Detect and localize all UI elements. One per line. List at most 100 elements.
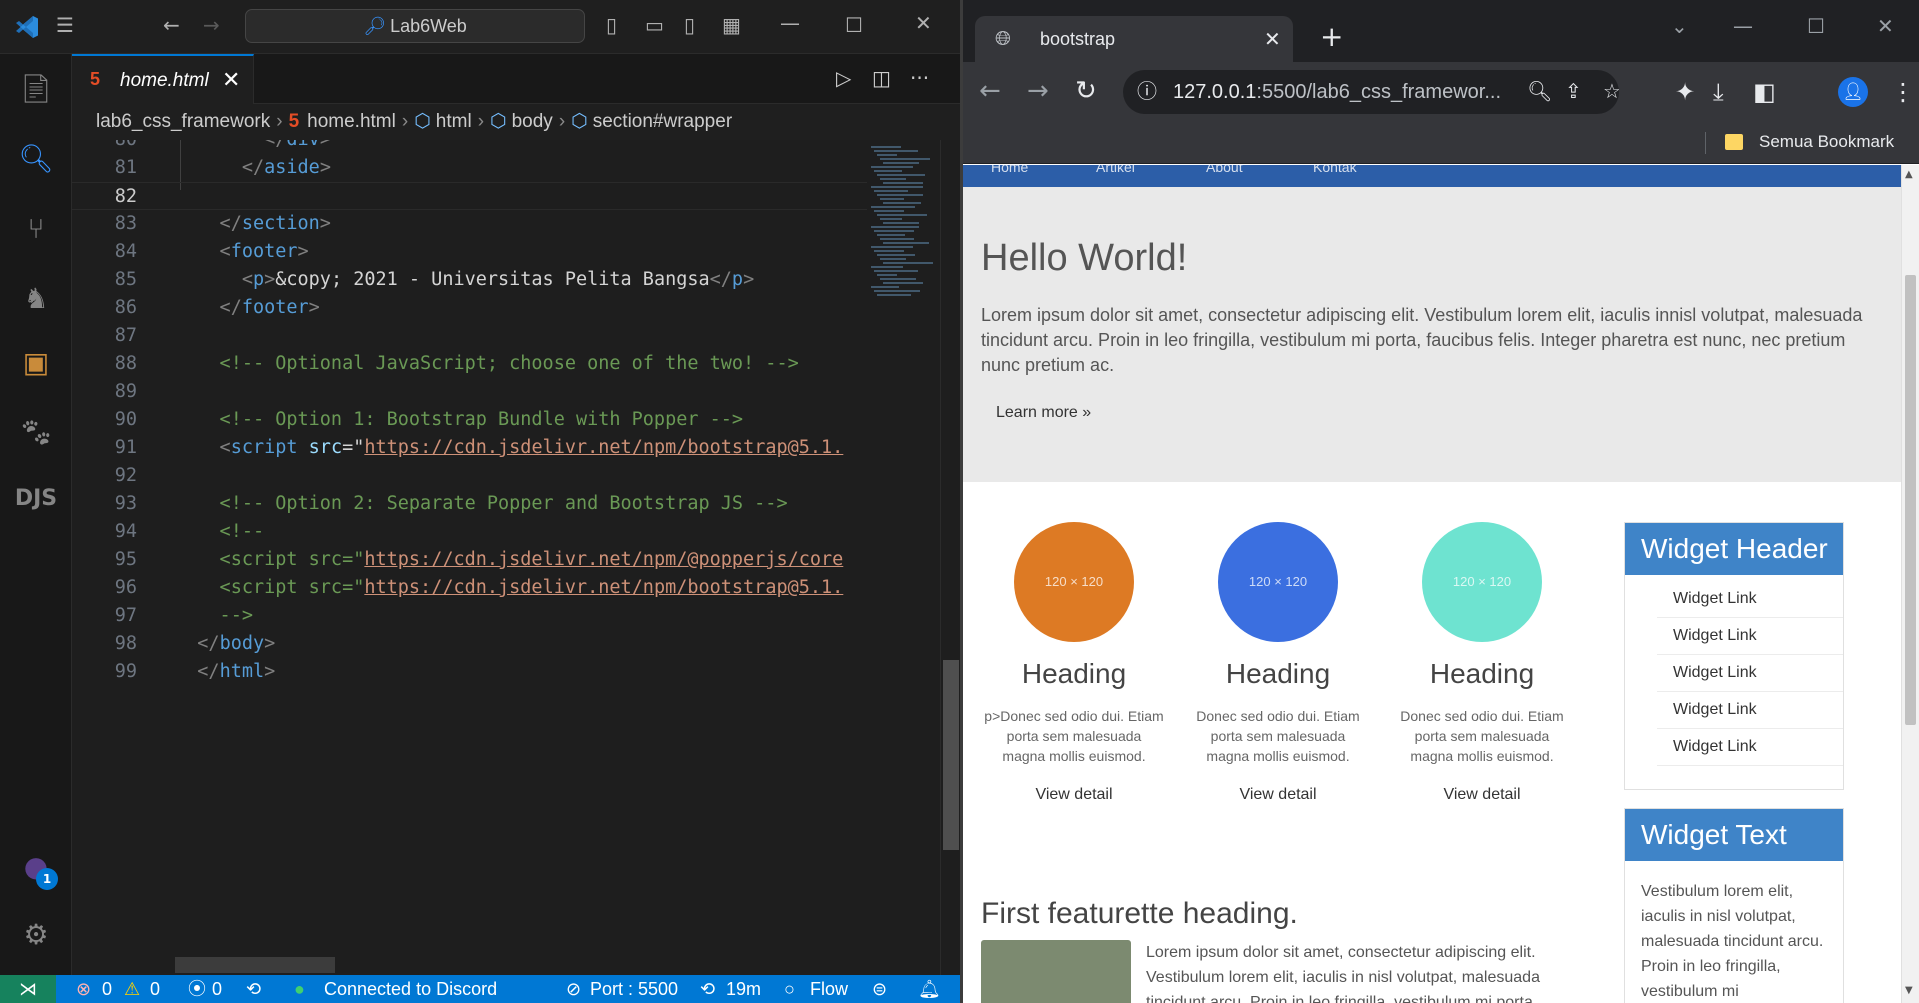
maximize-icon[interactable]: ☐ — [845, 15, 863, 35]
close-icon[interactable]: ✕ — [915, 13, 932, 33]
error-count[interactable]: 0 — [102, 975, 112, 1003]
reload-icon[interactable]: ↻ — [1075, 76, 1097, 106]
time-tracker[interactable]: 19m — [726, 975, 761, 1003]
command-center-search[interactable]: 🔎︎ Lab6Web — [245, 9, 585, 43]
paw-icon[interactable]: 🐾︎ — [14, 410, 58, 454]
code-line[interactable]: 97 --> — [72, 602, 867, 630]
all-bookmarks-button[interactable]: Semua Bookmark — [1759, 132, 1894, 152]
toggle-panel-icon[interactable]: ▭ — [645, 15, 664, 35]
extension-wizard-icon[interactable]: ♞ — [14, 276, 58, 320]
history-icon[interactable]: ⟲ — [246, 975, 261, 1003]
explorer-icon[interactable]: 📄︎ — [14, 66, 58, 110]
split-editor-icon[interactable]: ◫ — [872, 66, 891, 90]
scroll-up-icon[interactable]: ▲ — [1905, 169, 1913, 180]
code-line[interactable]: 84 <footer> — [72, 238, 867, 266]
breadcrumb-body[interactable]: body — [512, 111, 553, 132]
widget-link[interactable]: Widget Link — [1657, 618, 1843, 655]
extensions-box-icon[interactable]: ▣ — [14, 340, 58, 384]
warning-count[interactable]: 0 — [150, 975, 160, 1003]
code-line[interactable]: 93 <!-- Option 2: Separate Popper and Bo… — [72, 490, 867, 518]
tab-home-html[interactable]: 5 home.html ✕ — [72, 54, 254, 104]
ports-icon[interactable]: ⦿ — [188, 975, 206, 1003]
new-tab-icon[interactable]: + — [1320, 20, 1343, 53]
forward-icon[interactable]: → — [1027, 76, 1049, 106]
code-line[interactable]: 88 <!-- Optional JavaScript; choose one … — [72, 350, 867, 378]
live-server-port[interactable]: Port : 5500 — [590, 975, 678, 1003]
minimap[interactable] — [867, 140, 945, 975]
code-line[interactable]: 92 — [72, 462, 867, 490]
bookmark-star-icon[interactable]: ☆ — [1603, 70, 1619, 114]
minimize-icon[interactable]: — — [1733, 14, 1753, 38]
close-icon[interactable]: ✕ — [1877, 14, 1894, 38]
errors-icon[interactable]: ⊗ — [76, 975, 91, 1003]
code-line[interactable]: 99 </html> — [72, 658, 867, 686]
warning-icon[interactable]: ⚠ — [124, 975, 140, 1003]
code-line[interactable]: 81 </aside> — [72, 154, 867, 182]
code-line[interactable]: 95 <script src="https://cdn.jsdelivr.net… — [72, 546, 867, 574]
scroll-down-icon[interactable]: ▼ — [1905, 985, 1913, 996]
code-line[interactable]: 90 <!-- Option 1: Bootstrap Bundle with … — [72, 406, 867, 434]
address-url[interactable]: 127.0.0.1:5500/lab6_css_framewor... — [1173, 70, 1501, 114]
page-scrollbar-thumb[interactable] — [1905, 275, 1916, 725]
download-icon[interactable]: ⤓ — [1713, 78, 1724, 106]
code-line[interactable]: 94 <!-- — [72, 518, 867, 546]
tab-search-chevron-down-icon[interactable]: ⌄ — [1671, 14, 1688, 38]
extensions-puzzle-icon[interactable]: ✦ — [1675, 78, 1695, 106]
code-line[interactable]: 85 <p>&copy; 2021 - Universitas Pelita B… — [72, 266, 867, 294]
code-line[interactable]: 80 </div> — [72, 140, 867, 154]
side-panel-icon[interactable]: ◧ — [1753, 78, 1776, 106]
zoom-search-icon[interactable]: 🔍︎ — [1527, 70, 1552, 114]
widget-link[interactable]: Widget Link — [1657, 729, 1843, 766]
editor-vertical-scrollbar[interactable] — [940, 140, 960, 975]
share-icon[interactable]: ⇪ — [1565, 70, 1582, 114]
view-detail-button[interactable]: View detail — [1185, 786, 1371, 804]
address-bar[interactable]: ⓘ 127.0.0.1:5500/lab6_css_framewor... 🔍︎… — [1123, 70, 1619, 114]
menu-kebab-icon[interactable]: ⋮ — [1891, 78, 1915, 106]
back-icon[interactable]: ← — [163, 15, 180, 35]
minimize-icon[interactable]: — — [780, 13, 800, 33]
code-line[interactable]: 86 </footer> — [72, 294, 867, 322]
code-line[interactable]: 83 </section> — [72, 210, 867, 238]
nav-kontak[interactable]: Kontak — [1313, 165, 1357, 175]
widget-link[interactable]: Widget Link — [1657, 655, 1843, 692]
breadcrumb-html[interactable]: html — [436, 111, 472, 132]
code-line[interactable]: 82 — [72, 182, 867, 210]
view-detail-button[interactable]: View detail — [1389, 786, 1575, 804]
view-detail-button[interactable]: View detail — [981, 786, 1167, 804]
site-info-icon[interactable]: ⓘ — [1137, 70, 1157, 114]
code-line[interactable]: 91 <script src="https://cdn.jsdelivr.net… — [72, 434, 867, 462]
settings-gear-icon[interactable]: ⚙ — [14, 912, 58, 956]
code-line[interactable]: 98 </body> — [72, 630, 867, 658]
scrollbar-thumb[interactable] — [943, 660, 959, 850]
code-line[interactable]: 89 — [72, 378, 867, 406]
run-icon[interactable]: ▷ — [836, 66, 851, 90]
source-control-icon[interactable]: ⑂ — [14, 206, 58, 250]
toggle-secondary-sidebar-icon[interactable]: ▯ — [684, 15, 695, 35]
widget-link[interactable]: Widget Link — [1657, 581, 1843, 618]
breadcrumb-folder[interactable]: lab6_css_framework — [96, 111, 270, 132]
toggle-sidebar-icon[interactable]: ▯ — [606, 15, 617, 35]
back-icon[interactable]: ← — [979, 76, 1001, 106]
search-view-icon[interactable]: 🔍︎ — [14, 136, 58, 180]
copilot-icon[interactable]: ⊜ — [872, 975, 887, 1003]
djs-icon[interactable]: DJS — [14, 476, 58, 520]
customize-layout-icon[interactable]: ▦ — [722, 15, 741, 35]
profile-avatar-icon[interactable]: 👤︎ — [1838, 77, 1868, 107]
breadcrumb-file[interactable]: home.html — [307, 111, 396, 132]
page-scrollbar[interactable]: ▲ ▼ — [1901, 165, 1919, 1003]
learn-more-button[interactable]: Learn more » — [996, 404, 1091, 422]
breadcrumb-section[interactable]: section#wrapper — [593, 111, 732, 132]
nav-about[interactable]: About — [1206, 165, 1243, 175]
code-line[interactable]: 96 <script src="https://cdn.jsdelivr.net… — [72, 574, 867, 602]
widget-link[interactable]: Widget Link — [1657, 692, 1843, 729]
editor-horizontal-scrollbar[interactable] — [175, 957, 335, 973]
nav-home[interactable]: Home — [991, 165, 1028, 175]
ports-count[interactable]: 0 — [212, 975, 222, 1003]
close-tab-icon[interactable]: ✕ — [1264, 27, 1281, 52]
code-line[interactable]: 87 — [72, 322, 867, 350]
nav-artikel[interactable]: Artikel — [1096, 165, 1135, 175]
notifications-icon[interactable]: 🔔︎ — [918, 975, 941, 1003]
discord-status[interactable]: Connected to Discord — [324, 975, 497, 1003]
forward-icon[interactable]: → — [203, 15, 220, 35]
flow-status[interactable]: Flow — [810, 975, 848, 1003]
